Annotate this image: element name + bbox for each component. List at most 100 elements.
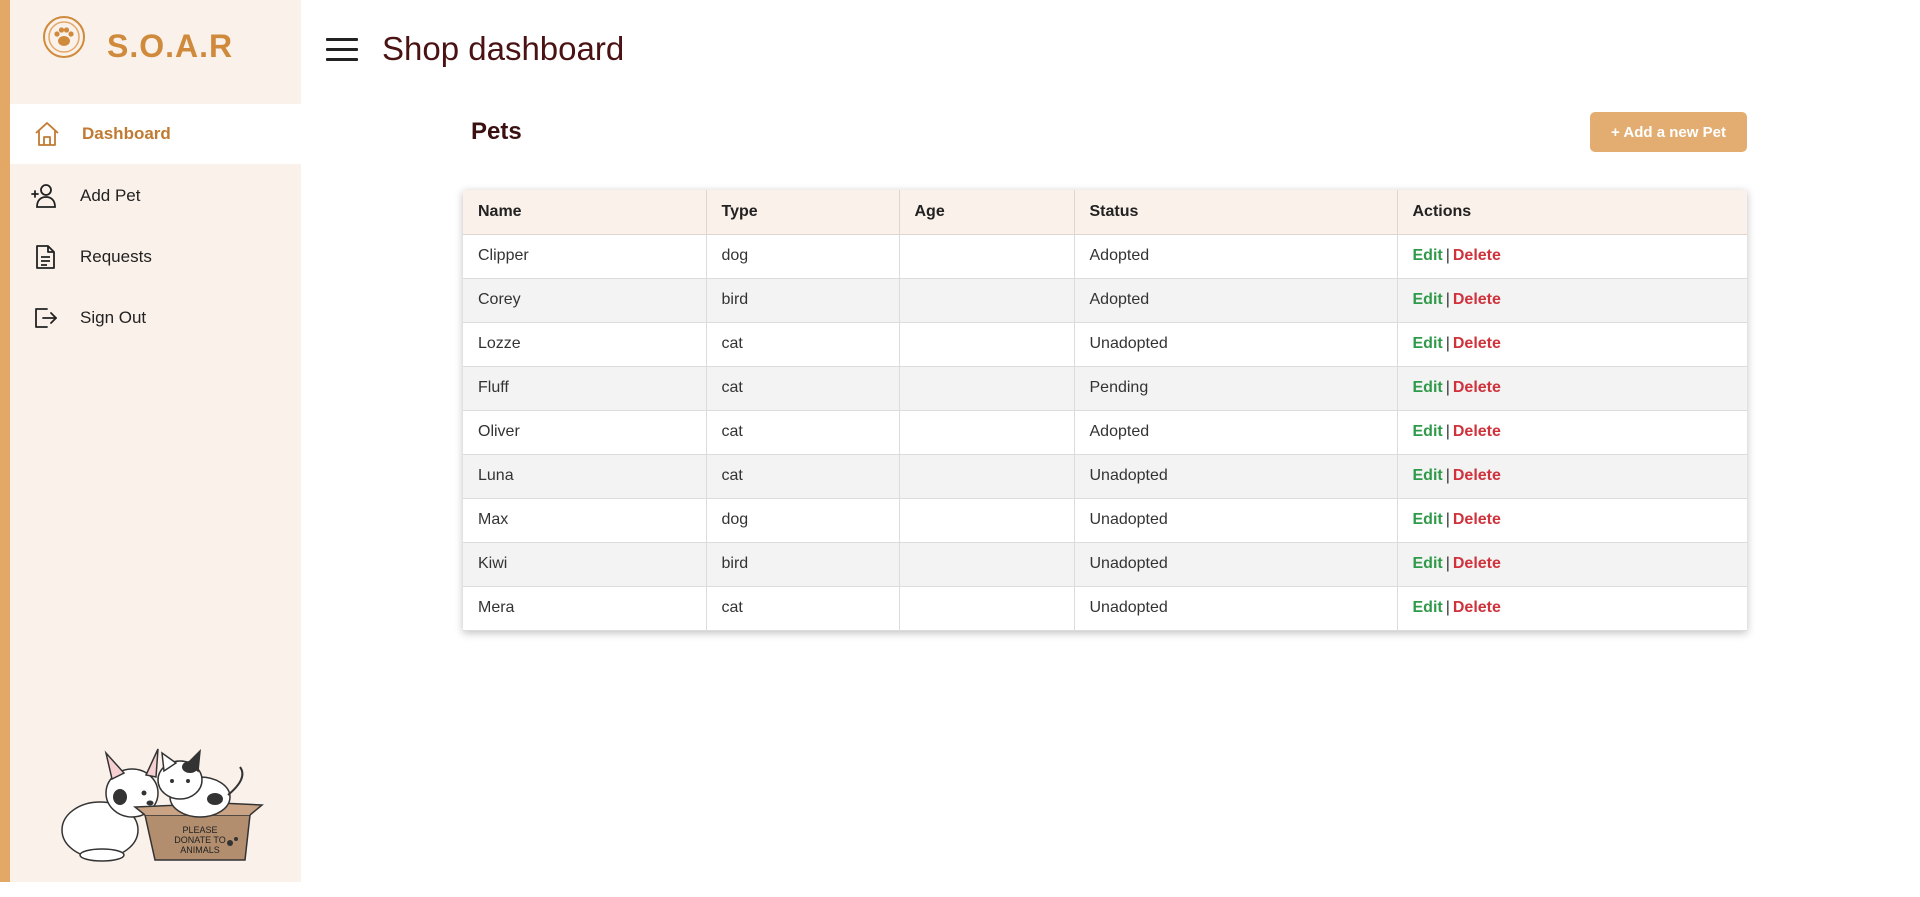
cell-type: cat — [706, 322, 900, 367]
column-header-actions: Actions — [1397, 190, 1747, 235]
table-row: Lozze cat Unadopted Edit | Delete — [463, 322, 1747, 367]
cell-type: bird — [706, 278, 900, 323]
cell-age — [899, 542, 1075, 587]
sidebar-item-requests[interactable]: Requests — [10, 227, 301, 287]
action-separator: | — [1445, 423, 1450, 440]
table-row: Mera cat Unadopted Edit | Delete — [463, 586, 1747, 631]
action-separator: | — [1445, 467, 1450, 484]
edit-link[interactable]: Edit — [1413, 291, 1443, 308]
delete-link[interactable]: Delete — [1453, 599, 1501, 616]
edit-link[interactable]: Edit — [1413, 423, 1443, 440]
sidebar-item-label: Sign Out — [80, 308, 147, 327]
cell-name: Corey — [463, 278, 707, 323]
sidebar-accent-stripe — [0, 0, 10, 882]
pets-table: Name Type Age Status Actions Clipper dog A… — [463, 190, 1747, 631]
table-row: Oliver cat Adopted Edit | Delete — [463, 410, 1747, 455]
sidebar-item-sign-out[interactable]: Sign Out — [10, 288, 301, 348]
action-separator: | — [1445, 555, 1450, 572]
hamburger-icon — [326, 38, 358, 41]
cell-age — [899, 366, 1075, 411]
sidebar-item-add-pet[interactable]: Add Pet — [10, 166, 301, 226]
hamburger-menu-button[interactable] — [326, 38, 358, 62]
cell-status: Unadopted — [1074, 586, 1398, 631]
cell-age — [899, 498, 1075, 543]
cell-age — [899, 234, 1075, 279]
cell-actions: Edit | Delete — [1397, 542, 1747, 587]
action-separator: | — [1445, 247, 1450, 264]
action-separator: | — [1445, 335, 1450, 352]
table-header-row: Name Type Age Status Actions — [463, 190, 1747, 235]
delete-link[interactable]: Delete — [1453, 291, 1501, 308]
delete-link[interactable]: Delete — [1453, 555, 1501, 572]
cell-age — [899, 278, 1075, 323]
section-title: Pets — [471, 118, 522, 145]
user-plus-icon — [30, 181, 60, 211]
cell-status: Unadopted — [1074, 498, 1398, 543]
cell-status: Adopted — [1074, 278, 1398, 323]
page-title: Shop dashboard — [382, 30, 625, 67]
cell-actions: Edit | Delete — [1397, 278, 1747, 323]
action-separator: | — [1445, 511, 1450, 528]
cell-type: cat — [706, 366, 900, 411]
document-icon — [30, 242, 60, 272]
column-header-name: Name — [463, 190, 707, 235]
column-header-status: Status — [1074, 190, 1398, 235]
edit-link[interactable]: Edit — [1413, 335, 1443, 352]
delete-link[interactable]: Delete — [1453, 511, 1501, 528]
cell-age — [899, 586, 1075, 631]
cell-age — [899, 410, 1075, 455]
brand-name: S.O.A.R — [107, 28, 234, 64]
cell-name: Luna — [463, 454, 707, 499]
cell-type: cat — [706, 586, 900, 631]
cell-actions: Edit | Delete — [1397, 586, 1747, 631]
edit-link[interactable]: Edit — [1413, 247, 1443, 264]
delete-link[interactable]: Delete — [1453, 467, 1501, 484]
paw-logo-icon — [43, 16, 85, 58]
sidebar-item-dashboard[interactable]: Dashboard — [12, 104, 301, 164]
sidebar-item-label: Requests — [80, 247, 152, 266]
cell-type: dog — [706, 234, 900, 279]
cell-age — [899, 454, 1075, 499]
cell-age — [899, 322, 1075, 367]
svg-text:DONATE TO: DONATE TO — [174, 835, 226, 845]
cell-name: Kiwi — [463, 542, 707, 587]
cell-type: cat — [706, 454, 900, 499]
edit-link[interactable]: Edit — [1413, 467, 1443, 484]
cell-name: Mera — [463, 586, 707, 631]
pets-in-box-illustration: PLEASE DONATE TO ANIMALS — [61, 748, 264, 862]
sidebar-item-label: Dashboard — [82, 124, 171, 143]
column-header-age: Age — [899, 190, 1075, 235]
cell-name: Fluff — [463, 366, 707, 411]
cell-name: Lozze — [463, 322, 707, 367]
sidebar-item-label: Add Pet — [80, 186, 141, 205]
cell-actions: Edit | Delete — [1397, 366, 1747, 411]
edit-link[interactable]: Edit — [1413, 511, 1443, 528]
add-new-pet-button[interactable]: + Add a new Pet — [1590, 112, 1747, 152]
cell-actions: Edit | Delete — [1397, 410, 1747, 455]
action-separator: | — [1445, 599, 1450, 616]
action-separator: | — [1445, 379, 1450, 396]
cell-status: Unadopted — [1074, 322, 1398, 367]
cell-status: Adopted — [1074, 410, 1398, 455]
cell-name: Oliver — [463, 410, 707, 455]
delete-link[interactable]: Delete — [1453, 247, 1501, 264]
cell-actions: Edit | Delete — [1397, 234, 1747, 279]
table-row: Clipper dog Adopted Edit | Delete — [463, 234, 1747, 279]
table-row: Corey bird Adopted Edit | Delete — [463, 278, 1747, 323]
cell-status: Unadopted — [1074, 542, 1398, 587]
delete-link[interactable]: Delete — [1453, 379, 1501, 396]
sign-out-icon — [30, 303, 60, 333]
edit-link[interactable]: Edit — [1413, 599, 1443, 616]
cell-status: Pending — [1074, 366, 1398, 411]
cell-name: Clipper — [463, 234, 707, 279]
box-lettering: PLEASE — [182, 825, 217, 835]
edit-link[interactable]: Edit — [1413, 379, 1443, 396]
home-icon — [32, 119, 62, 149]
cell-type: bird — [706, 542, 900, 587]
delete-link[interactable]: Delete — [1453, 423, 1501, 440]
brand-header: S.O.A.R — [10, 0, 301, 104]
edit-link[interactable]: Edit — [1413, 555, 1443, 572]
cell-actions: Edit | Delete — [1397, 498, 1747, 543]
cell-actions: Edit | Delete — [1397, 454, 1747, 499]
delete-link[interactable]: Delete — [1453, 335, 1501, 352]
